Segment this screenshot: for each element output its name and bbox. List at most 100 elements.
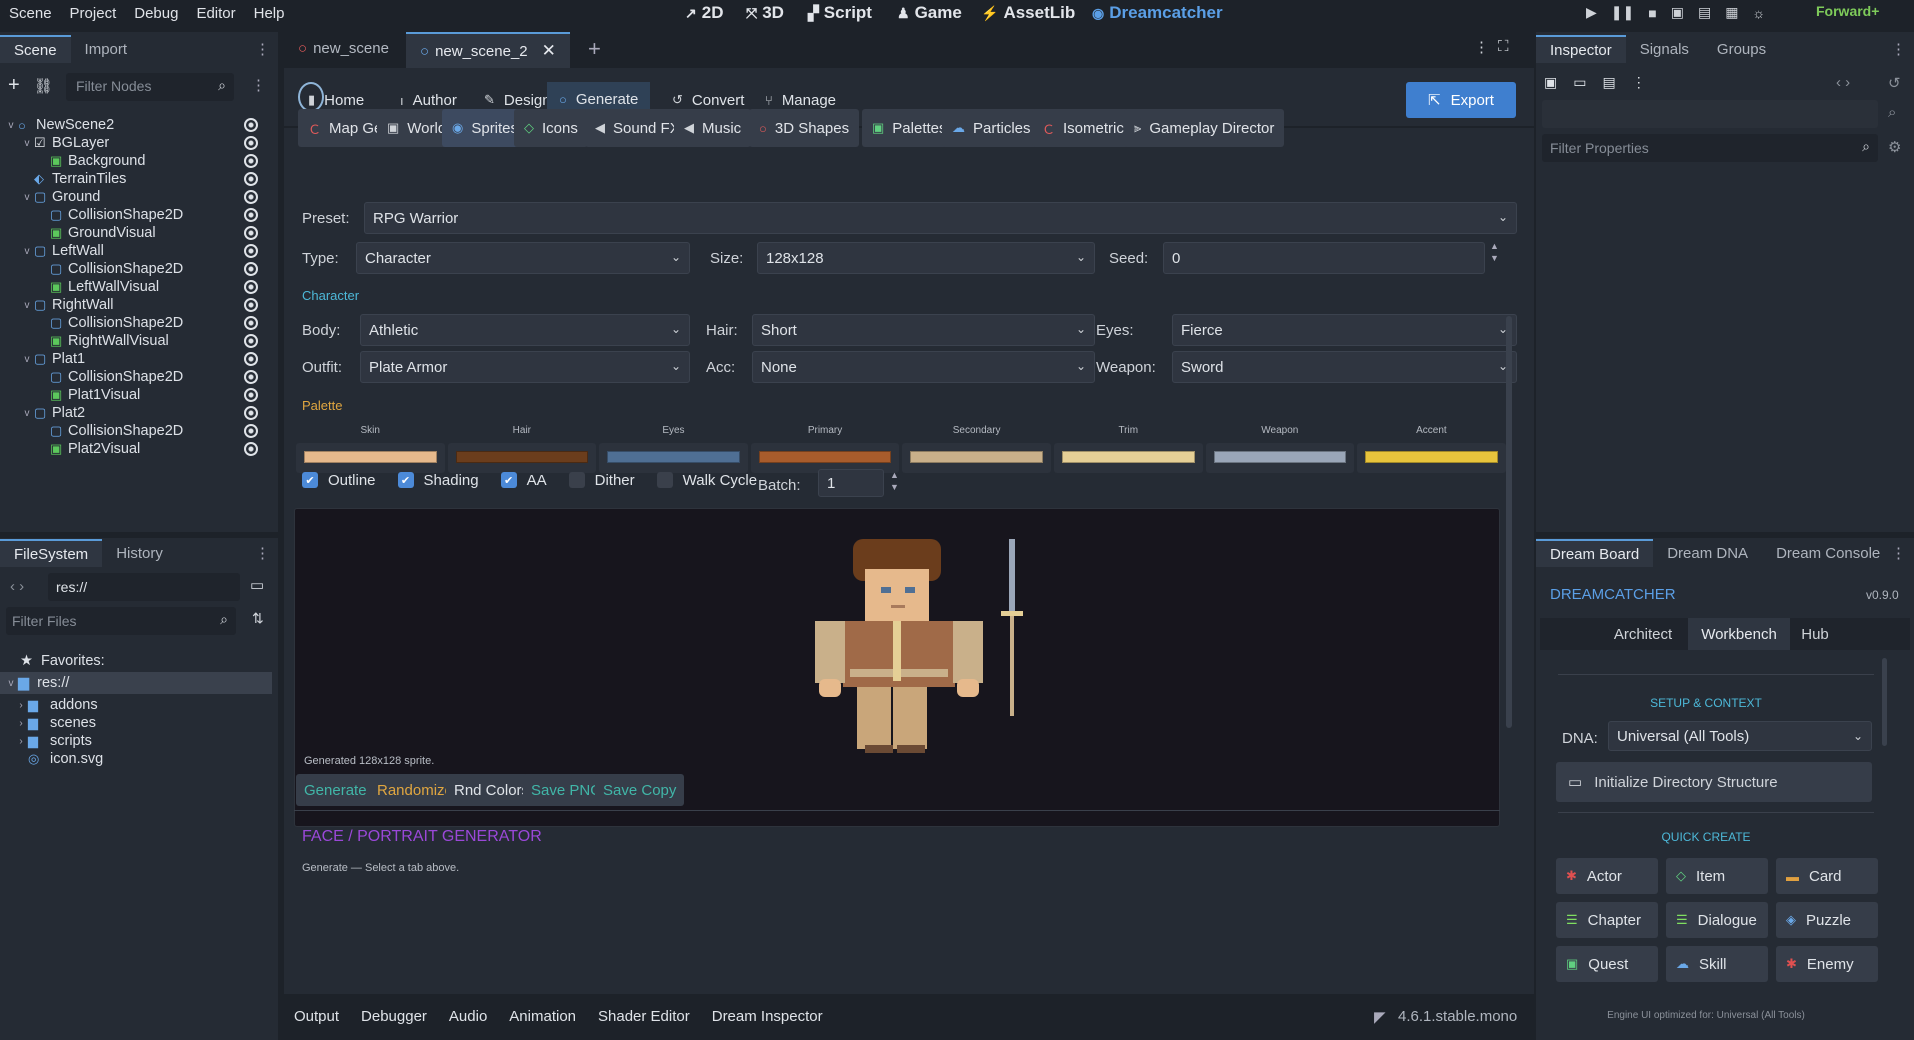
chevron-down-icon[interactable]: v: [20, 354, 34, 365]
link-icon[interactable]: ⛓: [34, 77, 53, 95]
checkbox-unchecked-icon[interactable]: [568, 472, 585, 488]
visibility-eye-icon[interactable]: [244, 406, 258, 420]
sort-icon[interactable]: ⇅: [252, 610, 264, 627]
visibility-eye-icon[interactable]: [244, 352, 258, 366]
subtab-hub[interactable]: Hub: [1790, 618, 1840, 650]
tabs-menu-icon[interactable]: ⋮: [1474, 38, 1489, 56]
init-directory-button[interactable]: ▭ Initialize Directory Structure: [1556, 762, 1872, 802]
add-tab-icon[interactable]: +: [588, 36, 601, 62]
chevron-right-icon[interactable]: ›: [14, 700, 28, 711]
fs-menu-icon[interactable]: ⋮: [255, 544, 270, 562]
dna-select[interactable]: Universal (All Tools) ⌄: [1608, 721, 1872, 751]
quick-dialogue-button[interactable]: ☰ Dialogue: [1666, 902, 1768, 938]
dream-scrollbar[interactable]: [1882, 658, 1887, 746]
dream-menu-icon[interactable]: ⋮: [1891, 544, 1906, 562]
path-input[interactable]: res://: [48, 573, 240, 601]
batch-input[interactable]: 1: [818, 469, 884, 497]
gen-tab-icons[interactable]: ◇ Icons: [514, 109, 588, 147]
hair-select[interactable]: Short ⌄: [752, 314, 1095, 346]
chevron-down-icon[interactable]: v: [20, 246, 34, 257]
option-outline[interactable]: ✔ Outline: [302, 472, 376, 489]
bottom-tab-audio[interactable]: Audio: [449, 1008, 487, 1025]
save-copy-button[interactable]: Save Copy: [595, 774, 685, 806]
chevron-down-icon[interactable]: v: [20, 300, 34, 311]
tab-dream-board[interactable]: Dream Board: [1536, 539, 1654, 567]
checkbox-checked-icon[interactable]: ✔: [302, 472, 318, 488]
more-icon[interactable]: ⋮: [1632, 74, 1646, 91]
visibility-eye-icon[interactable]: [244, 118, 258, 132]
size-select[interactable]: 128x128 ⌄: [757, 242, 1095, 274]
seed-stepper[interactable]: ▲ ▼: [1490, 240, 1499, 264]
inspector-menu-icon[interactable]: ⋮: [1891, 40, 1906, 58]
workspace-3d[interactable]: ⤧ 3D: [746, 0, 784, 26]
dock-menu-icon[interactable]: ⋮: [255, 40, 270, 58]
option-walk-cycle[interactable]: Walk Cycle: [656, 472, 757, 489]
tab-filesystem[interactable]: FileSystem: [0, 539, 103, 567]
tree-node[interactable]: ▣ Plat2Visual: [0, 438, 270, 460]
workspace-assetlib[interactable]: ⚡ AssetLib: [981, 0, 1075, 26]
quick-quest-button[interactable]: ▣ Quest: [1556, 946, 1658, 982]
tools-icon[interactable]: ⚙: [1888, 138, 1901, 156]
tab-groups[interactable]: Groups: [1703, 35, 1780, 63]
type-select[interactable]: Character ⌄: [356, 242, 690, 274]
option-shading[interactable]: ✔ Shading: [397, 472, 479, 489]
debug-icon[interactable]: ☼: [1752, 5, 1765, 21]
body-select[interactable]: Athletic ⌄: [360, 314, 690, 346]
checkbox-checked-icon[interactable]: ✔: [500, 472, 517, 488]
weapon-select[interactable]: Sword ⌄: [1172, 351, 1517, 383]
menu-help[interactable]: Help: [245, 5, 294, 22]
chevron-down-icon[interactable]: v: [20, 408, 34, 419]
menu-project[interactable]: Project: [61, 5, 126, 22]
visibility-eye-icon[interactable]: [244, 172, 258, 186]
workspace-dreamcatcher[interactable]: ◉ Dreamcatcher: [1092, 0, 1223, 26]
quick-skill-button[interactable]: ☁ Skill: [1666, 946, 1768, 982]
visibility-eye-icon[interactable]: [244, 424, 258, 438]
gen-tab-isometric[interactable]: Ｃ Isometric: [1032, 109, 1134, 147]
visibility-eye-icon[interactable]: [244, 226, 258, 240]
history-icon[interactable]: ↺: [1888, 74, 1901, 92]
chevron-down-icon[interactable]: v: [20, 138, 34, 149]
history-nav-icon[interactable]: ‹ ›: [1836, 74, 1850, 91]
play-icon[interactable]: ▶: [1586, 4, 1597, 21]
quick-puzzle-button[interactable]: ◈ Puzzle: [1776, 902, 1878, 938]
generate-button[interactable]: Generate: [296, 774, 375, 806]
palette-swatch[interactable]: [1357, 443, 1506, 473]
visibility-eye-icon[interactable]: [244, 244, 258, 258]
export-button[interactable]: ⇱ Export: [1406, 82, 1516, 118]
scene-tab-new-scene-2[interactable]: ○ new_scene_2 ✕: [406, 32, 570, 68]
menu-debug[interactable]: Debug: [125, 5, 187, 22]
tab-inspector[interactable]: Inspector: [1536, 35, 1626, 63]
palette-swatch[interactable]: [1054, 443, 1203, 473]
visibility-eye-icon[interactable]: [244, 280, 258, 294]
visibility-eye-icon[interactable]: [244, 298, 258, 312]
palette-swatch[interactable]: [1205, 443, 1355, 473]
back-icon[interactable]: ‹ ›: [10, 578, 24, 595]
main-scrollbar[interactable]: [1506, 316, 1512, 728]
chevron-down-icon[interactable]: v: [20, 192, 34, 203]
menu-editor[interactable]: Editor: [187, 5, 244, 22]
visibility-eye-icon[interactable]: [244, 442, 258, 456]
gen-tab-3d-shapes[interactable]: ○ 3D Shapes: [749, 109, 860, 147]
open-folder-icon[interactable]: ▭: [1573, 74, 1586, 91]
tab-scene[interactable]: Scene: [0, 35, 71, 63]
gen-tab-gameplay-director[interactable]: ⫸ Gameplay Director: [1124, 109, 1285, 147]
eyes-select[interactable]: Fierce ⌄: [1172, 314, 1517, 346]
add-node-icon[interactable]: +: [8, 74, 20, 97]
fullscreen-icon[interactable]: ⛶: [1498, 38, 1509, 55]
visibility-eye-icon[interactable]: [244, 154, 258, 168]
batch-stepper[interactable]: ▲ ▼: [890, 469, 899, 493]
close-icon[interactable]: ✕: [542, 41, 556, 61]
doc-search-icon[interactable]: ⌕: [1888, 104, 1896, 121]
clapper-icon[interactable]: ▦: [1725, 4, 1738, 21]
res-root-row[interactable]: v ▆ res://: [0, 672, 272, 694]
visibility-eye-icon[interactable]: [244, 370, 258, 384]
option-aa[interactable]: ✔ AA: [500, 472, 547, 489]
menu-scene[interactable]: Scene: [0, 5, 61, 22]
filter-files-input[interactable]: Filter Files ⌕: [6, 607, 236, 635]
pause-icon[interactable]: ❚❚: [1611, 4, 1634, 21]
tab-dream-dna[interactable]: Dream DNA: [1653, 539, 1762, 567]
subtab-architect[interactable]: Architect: [1598, 618, 1688, 650]
bottom-tab-output[interactable]: Output: [294, 1008, 339, 1025]
filter-properties-input[interactable]: Filter Properties ⌕: [1542, 134, 1878, 162]
quick-item-button[interactable]: ◇ Item: [1666, 858, 1768, 894]
